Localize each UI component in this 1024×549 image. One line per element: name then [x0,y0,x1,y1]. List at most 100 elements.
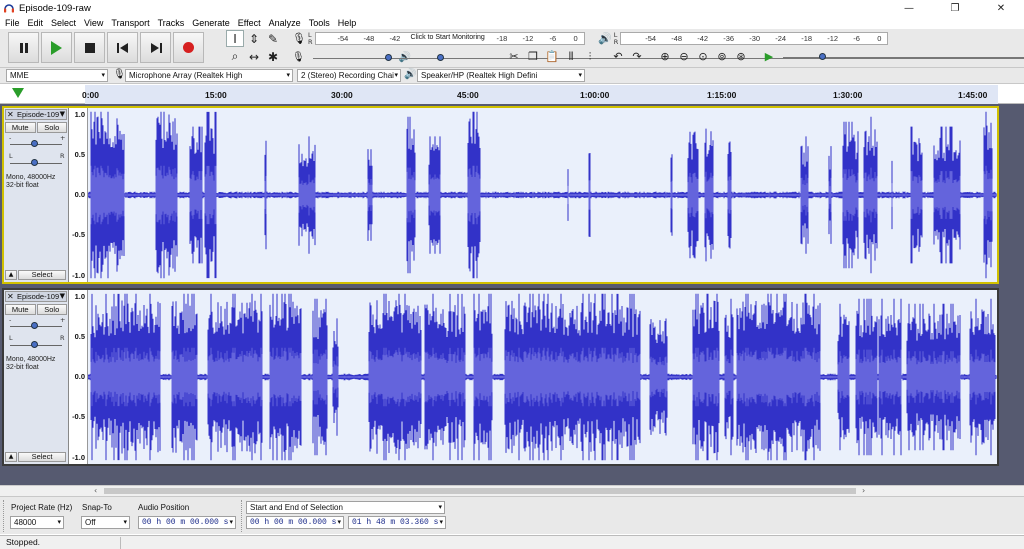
paste-icon[interactable]: 📋 [543,48,561,65]
zoom-tool-icon[interactable]: ⌕ [226,48,244,65]
scroll-right-icon[interactable]: › [862,486,865,495]
menu-generate[interactable]: Generate [188,18,234,28]
gain-slider[interactable] [10,139,62,149]
skip-to-end-button[interactable] [140,32,171,63]
playback-meter-scale: -54 -48 -42 -36 -30 -24 -18 -12 -6 0 [620,32,889,45]
window-title: Episode-109-raw [19,2,91,14]
menu-tracks[interactable]: Tracks [154,18,189,28]
track-menu-chevron-icon[interactable]: ▼ [60,110,65,119]
play-at-speed-icon[interactable]: ▶ [760,48,778,65]
select-track-button[interactable]: Select [18,270,66,280]
menu-tools[interactable]: Tools [305,18,334,28]
redo-icon[interactable]: ↷ [628,48,646,65]
close-track-icon[interactable]: ✕ [7,110,14,119]
track-name-button[interactable]: ✕ Episode-109 ▼ [5,109,67,120]
zoom-in-icon[interactable]: ⊕ [656,48,674,65]
record-volume-slider[interactable] [312,52,1024,64]
menu-effect[interactable]: Effect [234,18,265,28]
selection-end-field[interactable]: 01 h 48 m 03.360 s ▾ [348,516,446,529]
pause-button[interactable] [8,32,39,63]
undo-icon[interactable]: ↶ [609,48,627,65]
cut-icon[interactable]: ✂ [505,48,523,65]
selection-start-field[interactable]: 00 h 00 m 00.000 s ▾ [246,516,344,529]
track-menu-chevron-icon[interactable]: ▼ [60,292,65,301]
audio-position-label: Audio Position [138,503,190,512]
tracks-area[interactable]: ✕ Episode-109 ▼ Mute Solo - + L R Mono, … [0,104,1024,485]
minimize-button[interactable]: — [886,0,932,16]
menu-view[interactable]: View [80,18,107,28]
pan-slider[interactable] [10,340,62,350]
playback-meter[interactable]: 🔊 LR -54 -48 -42 -36 -30 -24 -18 -12 -6 … [598,30,889,47]
title-bar: Episode-109-raw — ❐ ✕ [0,0,1024,16]
collapse-track-icon[interactable]: ▲ [5,270,17,280]
selection-toolbar: Project Rate (Hz) 48000 ▾ Snap-To Off ▾ Au… [0,496,1024,534]
menu-select[interactable]: Select [47,18,80,28]
zoom-out-icon[interactable]: ⊖ [675,48,693,65]
menu-transport[interactable]: Transport [107,18,153,28]
audio-position-field[interactable]: 00 h 00 m 00.000 s ▾ [138,516,236,529]
project-rate-select[interactable]: 48000 ▾ [10,516,64,529]
microphone-icon: 🎙 [292,32,306,45]
selection-mode-select[interactable]: Start and End of Selection ▾ [246,501,445,514]
zoom-toggle-icon[interactable]: ⊛ [732,48,750,65]
draw-tool-icon[interactable]: ✎ [264,30,282,47]
copy-icon[interactable]: ❐ [524,48,542,65]
time-shift-tool-icon[interactable]: ↔ [245,48,263,65]
fit-project-icon[interactable]: ⊚ [713,48,731,65]
waveform[interactable] [88,108,997,282]
gain-slider[interactable] [10,321,62,331]
audio-track-1[interactable]: ✕ Episode-109 ▼ Mute Solo - + L R Mono, … [2,106,999,284]
audio-host-select[interactable]: MME ▾ [6,69,108,82]
audio-track-2[interactable]: ✕ Episode-109 ▼ Mute Solo - + L R Mono, … [2,288,999,466]
waveform[interactable] [88,290,997,464]
select-track-button[interactable]: Select [18,452,66,462]
horizontal-scrollbar[interactable]: ‹ › [0,485,1024,496]
envelope-tool-icon[interactable]: ⇕ [245,30,263,47]
scrollbar-thumb[interactable] [104,488,856,494]
maximize-button[interactable]: ❐ [932,0,978,16]
recording-channels-select[interactable]: 2 (Stereo) Recording Chai ▾ [297,69,401,82]
fit-selection-icon[interactable]: ⊙ [694,48,712,65]
close-track-icon[interactable]: ✕ [7,292,14,301]
timeline-tick: 30:00 [331,90,353,100]
playback-volume-slider[interactable] [415,52,1024,64]
record-icon [183,42,194,53]
output-device-speaker-icon: 🔊 [404,69,417,80]
output-device-select[interactable]: Speaker/HP (Realtek High Defini ▾ [417,69,585,82]
timeline-tick: 15:00 [205,90,227,100]
solo-button[interactable]: Solo [36,122,67,133]
menu-edit[interactable]: Edit [24,18,48,28]
input-device-select[interactable]: Microphone Array (Realtek High ▾ [125,69,293,82]
pan-slider[interactable] [10,158,62,168]
selection-tool-icon[interactable]: I [226,30,244,47]
collapse-track-icon[interactable]: ▲ [5,452,17,462]
scroll-left-icon[interactable]: ‹ [94,486,97,495]
close-button[interactable]: ✕ [978,0,1024,16]
snap-to-select[interactable]: Off ▾ [81,516,130,529]
solo-button[interactable]: Solo [36,304,67,315]
timeline-tick: 45:00 [457,90,479,100]
stop-button[interactable] [74,32,105,63]
skip-to-start-button[interactable] [107,32,138,63]
track-name-button[interactable]: ✕ Episode-109 ▼ [5,291,67,302]
mute-button[interactable]: Mute [5,304,36,315]
record-button[interactable] [173,32,204,63]
menu-file[interactable]: File [0,18,24,28]
waveform-graphic [88,111,997,279]
track-info: Mono, 48000Hz 32-bit float [6,356,56,371]
timeline-ruler[interactable]: 0:00 15:00 30:00 45:00 1:00:00 1:15:00 1… [0,85,1024,104]
mute-button[interactable]: Mute [5,122,36,133]
play-icon [51,40,62,55]
menu-help[interactable]: Help [334,18,361,28]
play-speed-slider[interactable] [783,51,1024,63]
edit-toolbar: ✂ ❐ 📋 ⫴ ⫶ ↶ ↷ ⊕ ⊖ ⊙ ⊚ ⊛ ▶ [505,48,1024,65]
menu-analyze[interactable]: Analyze [265,18,305,28]
status-text: Stopped. [6,537,41,547]
silence-icon[interactable]: ⫶ [581,48,599,65]
play-head-icon[interactable] [12,88,24,98]
multi-tool-icon[interactable]: ✱ [264,48,282,65]
play-button[interactable] [41,32,72,63]
timeline-tick: 0:00 [82,90,100,100]
trim-icon[interactable]: ⫴ [562,48,580,65]
record-meter[interactable]: 🎙 LR -54 -48 -42 Click to Start Monitori… [292,30,585,47]
